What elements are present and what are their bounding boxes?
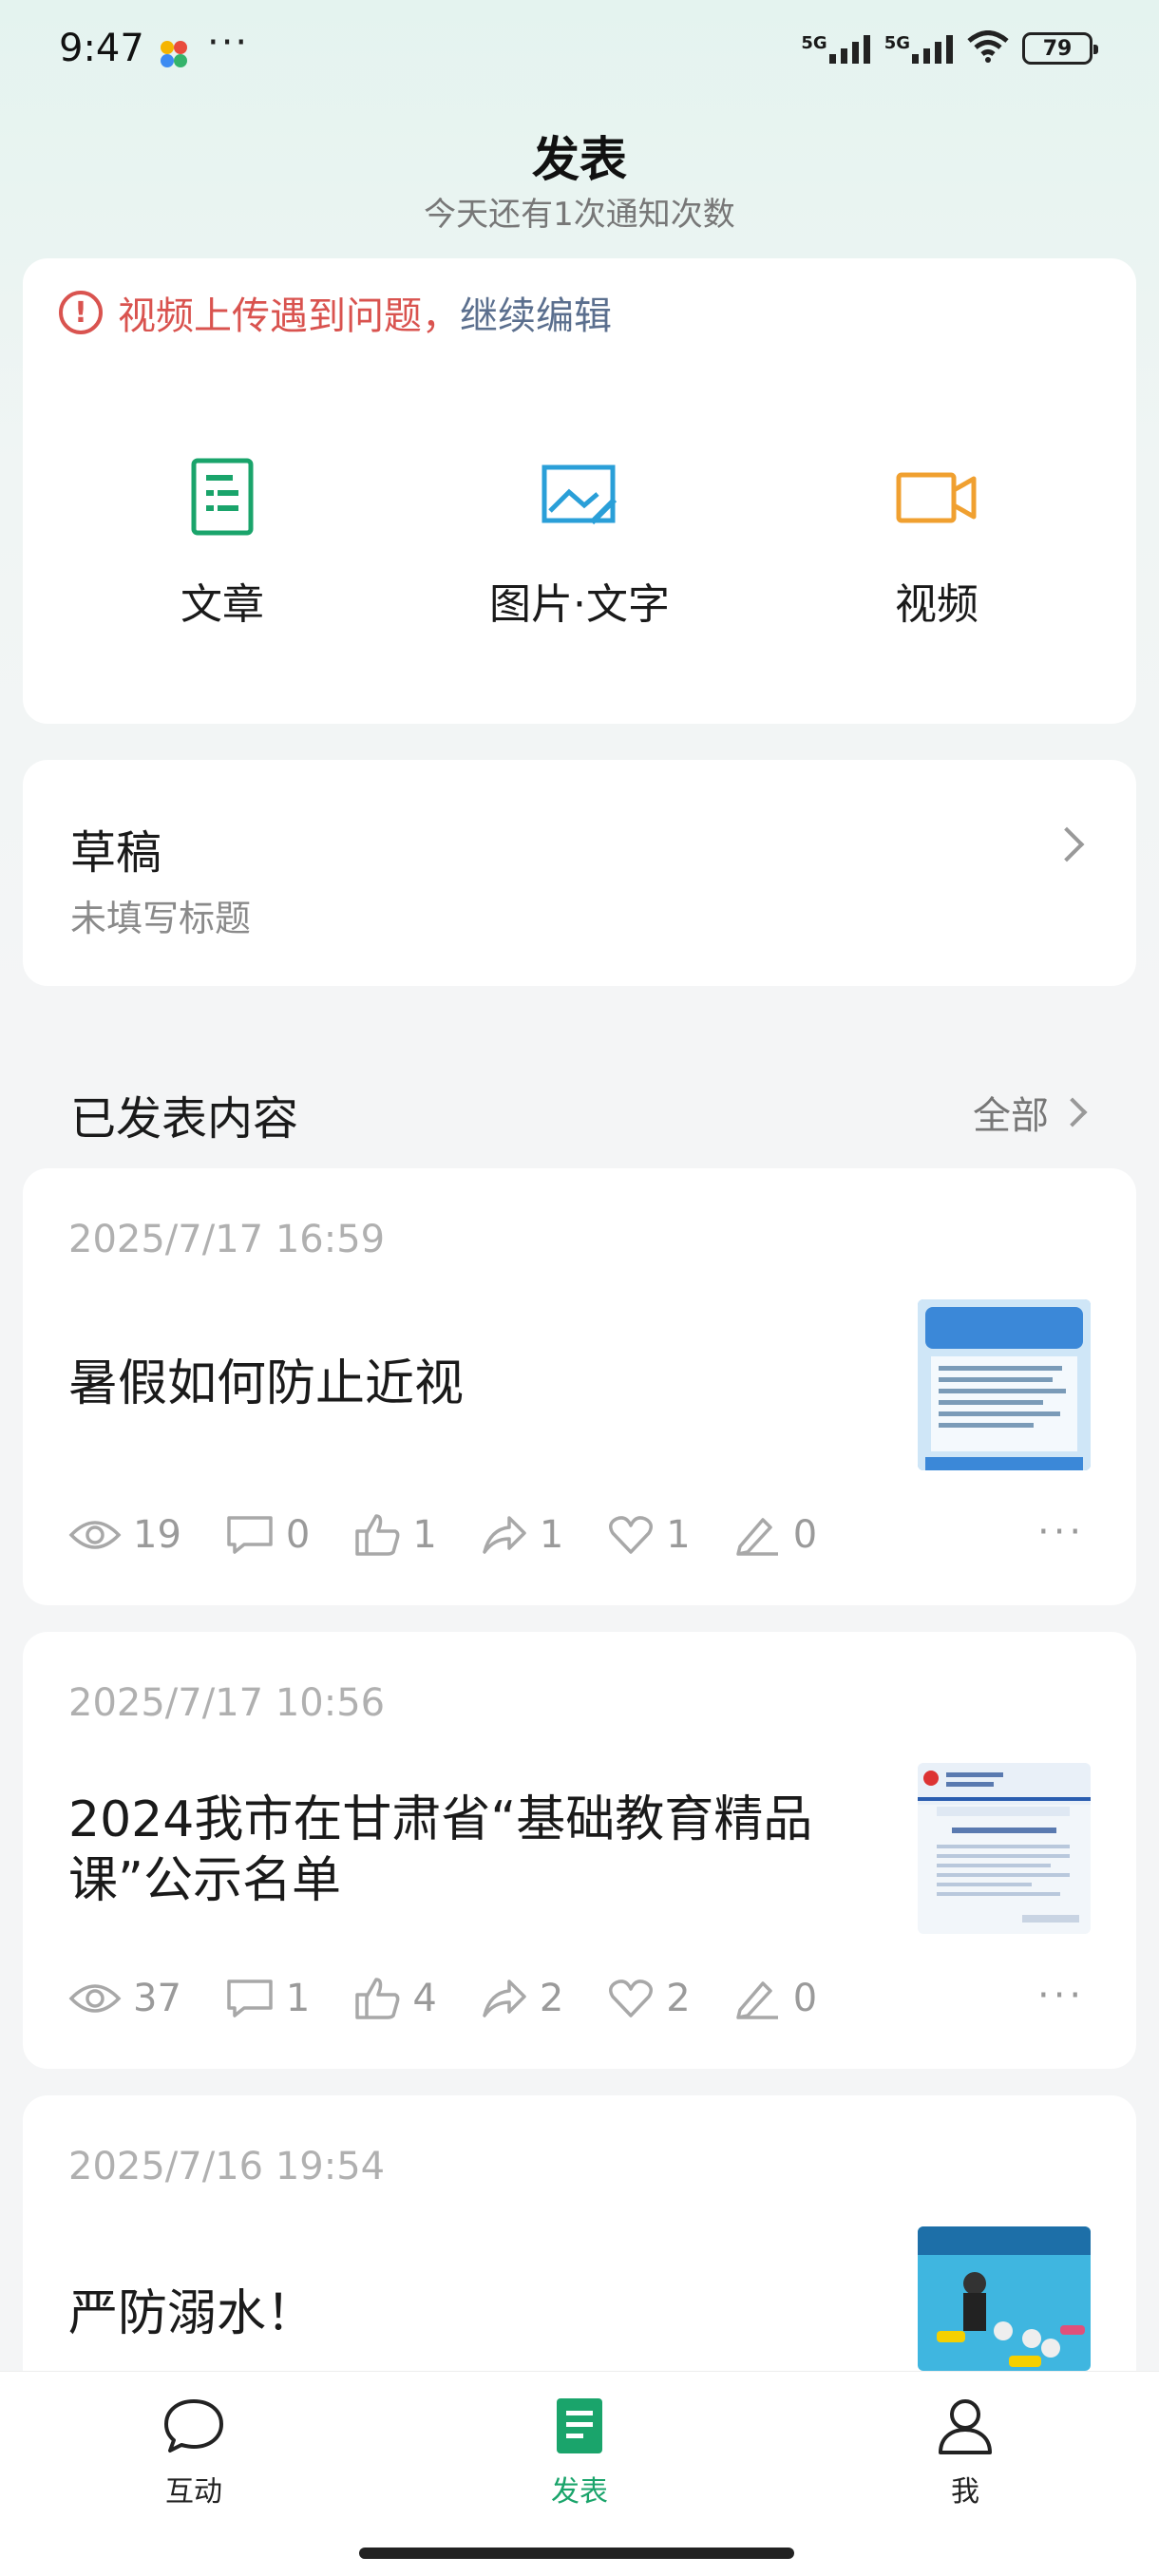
- view-all-button[interactable]: 全部: [973, 1085, 1088, 1140]
- nav-item-publish[interactable]: 发表: [484, 2396, 674, 2510]
- heart-icon: [609, 1516, 654, 1554]
- favorites-count: 2: [666, 1977, 691, 2020]
- post-date: 2025/7/17 10:56: [68, 1681, 386, 1725]
- publish-image-text-button[interactable]: 图片·文字: [437, 456, 722, 631]
- post-date: 2025/7/17 16:59: [68, 1218, 386, 1261]
- publish-article-button[interactable]: 文章: [80, 456, 365, 631]
- post-date: 2025/7/16 19:54: [68, 2145, 386, 2188]
- wifi-icon: [967, 30, 1009, 66]
- status-time: 9:47: [59, 27, 144, 70]
- comment-icon: [227, 1979, 273, 2017]
- nav-label: 互动: [165, 2475, 222, 2509]
- page-subtitle: 今天还有1次通知次数: [424, 196, 735, 234]
- nav-item-profile[interactable]: 我: [870, 2396, 1060, 2510]
- app-notification-icon: [158, 38, 190, 70]
- post-stats: 19 0 1 1 1 0: [68, 1512, 861, 1558]
- more-options-button[interactable]: ···: [1037, 1974, 1085, 2017]
- status-more-dots: ···: [207, 21, 250, 65]
- profile-icon: [939, 2399, 992, 2454]
- more-options-button[interactable]: ···: [1037, 1510, 1085, 1554]
- view-all-label: 全部: [973, 1094, 1049, 1138]
- comments-count: 1: [285, 1977, 311, 2020]
- upload-warning[interactable]: ! 视频上传遇到问题， 继续编辑: [59, 285, 612, 340]
- battery-icon: 79: [1022, 32, 1098, 65]
- image-text-label: 图片·文字: [489, 580, 670, 629]
- post-thumbnail: [918, 2226, 1091, 2371]
- post-title: 严防溺水！: [68, 2285, 316, 2342]
- share-icon: [483, 1516, 526, 1554]
- status-indicators: 5G 5G 79: [801, 30, 1098, 66]
- page-title: 发表: [532, 132, 627, 187]
- eye-icon: [68, 1984, 122, 2013]
- views-count: 37: [133, 1977, 181, 2020]
- continue-edit-link[interactable]: 继续编辑: [460, 285, 612, 340]
- draft-card[interactable]: [23, 760, 1136, 986]
- chat-icon: [164, 2399, 223, 2453]
- draft-subtitle: 未填写标题: [70, 898, 252, 939]
- post-thumbnail: [918, 1763, 1091, 1934]
- signal-icon-2: 5G: [884, 33, 954, 64]
- article-icon: [191, 458, 254, 536]
- pen-icon: [735, 1981, 778, 2019]
- nav-item-interact[interactable]: 互动: [99, 2396, 289, 2510]
- eye-icon: [68, 1521, 122, 1549]
- signal-icon: 5G: [801, 33, 870, 64]
- warning-text: 视频上传遇到问题，: [118, 294, 460, 338]
- edits-count: 0: [792, 1977, 818, 2020]
- thumbs-up-icon: [355, 1978, 400, 2019]
- likes-count: 1: [412, 1513, 437, 1557]
- nav-label: 发表: [551, 2475, 608, 2509]
- views-count: 19: [133, 1513, 181, 1557]
- draft-title: 草稿: [70, 826, 162, 880]
- chevron-right-icon: [1057, 1097, 1088, 1127]
- video-icon: [896, 472, 977, 523]
- publish-video-button[interactable]: 视频: [794, 456, 1079, 631]
- likes-count: 4: [412, 1977, 437, 2020]
- article-label: 文章: [180, 580, 264, 629]
- post-stats: 37 1 4 2 2 0: [68, 1976, 861, 2021]
- edits-count: 0: [792, 1513, 818, 1557]
- heart-icon: [609, 1979, 654, 2017]
- publish-icon: [557, 2398, 602, 2453]
- published-section-title: 已发表内容: [70, 1092, 299, 1146]
- warning-icon: !: [59, 291, 103, 334]
- shares-count: 1: [539, 1513, 564, 1557]
- thumbs-up-icon: [355, 1514, 400, 1556]
- post-title: 暑假如何防止近视: [68, 1355, 465, 1412]
- share-icon: [483, 1979, 526, 2017]
- shares-count: 2: [539, 1977, 564, 2020]
- comments-count: 0: [285, 1513, 311, 1557]
- video-label: 视频: [895, 580, 978, 629]
- post-title: 2024我市在甘肃省“基础教育精品课”公示名单: [68, 1791, 813, 1909]
- comment-icon: [227, 1516, 273, 1554]
- post-thumbnail: [918, 1299, 1091, 1470]
- home-indicator[interactable]: [359, 2548, 794, 2559]
- favorites-count: 1: [666, 1513, 691, 1557]
- nav-label: 我: [951, 2475, 979, 2509]
- pen-icon: [735, 1518, 778, 1556]
- image-text-icon: [542, 464, 618, 525]
